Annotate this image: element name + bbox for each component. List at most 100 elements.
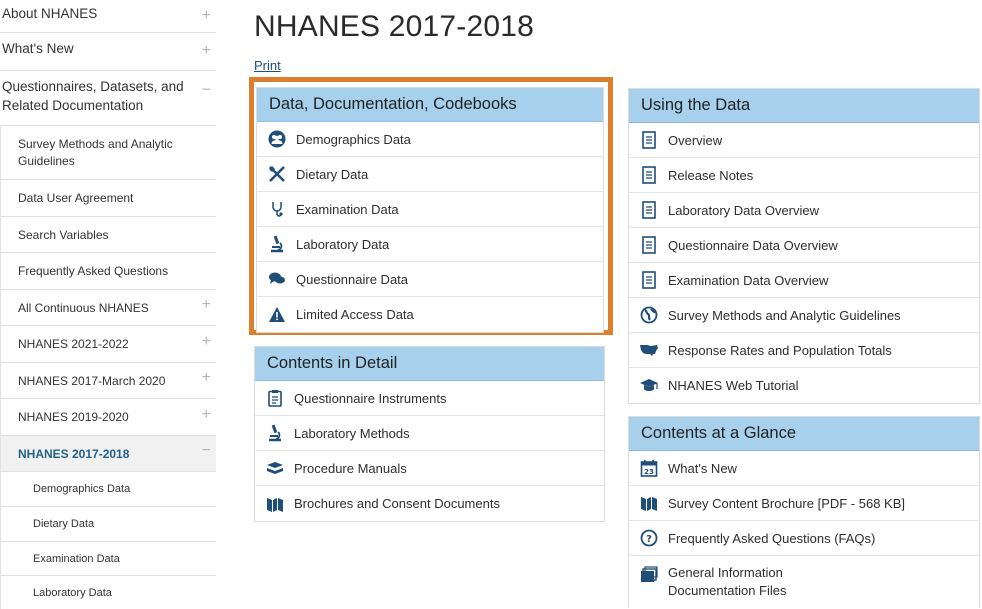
link-label: Frequently Asked Questions (FAQs) bbox=[668, 530, 876, 546]
people-icon bbox=[266, 128, 288, 150]
microscope-icon bbox=[266, 233, 288, 255]
laboratory-data-link[interactable]: Laboratory Data bbox=[257, 227, 603, 262]
limited-access-data-link[interactable]: Limited Access Data bbox=[257, 297, 603, 332]
expand-icon[interactable]: + bbox=[202, 42, 211, 60]
link-label: Laboratory Data Overview bbox=[668, 202, 820, 218]
globe-icon bbox=[638, 304, 660, 326]
calendar-day-number: 23 bbox=[644, 468, 654, 476]
general-information-link[interactable]: General Information Documentation Files bbox=[629, 556, 979, 608]
link-label: Questionnaire Instruments bbox=[294, 390, 447, 406]
sidebar-item-survey-methods[interactable]: Survey Methods and Analytic Guidelines bbox=[0, 126, 216, 180]
sidebar-item-label: Laboratory Data bbox=[33, 587, 112, 600]
usa-map-icon bbox=[638, 339, 660, 361]
examination-data-overview-link[interactable]: Examination Data Overview bbox=[629, 263, 979, 298]
warning-icon bbox=[266, 304, 288, 326]
sidebar-item-label: Data User Agreement bbox=[18, 191, 134, 205]
sidebar-item-label: NHANES 2017-2018 bbox=[18, 446, 130, 461]
sidebar-item-label: Dietary Data bbox=[33, 517, 95, 530]
sidebar-item-questionnaires-datasets[interactable]: Questionnaires, Datasets, and Related Do… bbox=[0, 71, 216, 126]
faqs-link[interactable]: ? Frequently Asked Questions (FAQs) bbox=[629, 521, 979, 556]
expand-icon[interactable]: + bbox=[202, 360, 211, 396]
sidebar-item-examination-data[interactable]: Examination Data bbox=[0, 541, 216, 577]
expand-icon[interactable]: + bbox=[202, 287, 211, 323]
brochures-consent-link[interactable]: Brochures and Consent Documents bbox=[255, 486, 604, 521]
collapse-icon[interactable]: − bbox=[202, 433, 211, 469]
web-tutorial-link[interactable]: NHANES Web Tutorial bbox=[629, 368, 979, 403]
sidebar-item-label: Frequently Asked Questions bbox=[18, 264, 169, 278]
link-label: General Information Documentation Files bbox=[668, 564, 928, 600]
speech-bubbles-icon bbox=[266, 268, 288, 290]
sidebar-item-search-variables[interactable]: Search Variables bbox=[0, 216, 216, 253]
link-label: NHANES Web Tutorial bbox=[668, 378, 799, 393]
sidebar-item-demographics-data[interactable]: Demographics Data bbox=[0, 472, 216, 507]
link-label: Release Notes bbox=[668, 167, 754, 183]
question-circle-icon: ? bbox=[638, 527, 660, 549]
demographics-data-link[interactable]: Demographics Data bbox=[257, 122, 603, 157]
collapse-icon[interactable]: − bbox=[202, 81, 211, 100]
panel-title: Data, Documentation, Codebooks bbox=[257, 88, 603, 122]
sidebar-item-nhanes-2019-2020[interactable]: NHANES 2019-2020 + bbox=[0, 399, 216, 436]
link-label: Procedure Manuals bbox=[294, 460, 407, 476]
utensils-icon bbox=[266, 163, 288, 185]
questionnaire-data-link[interactable]: Questionnaire Data bbox=[257, 262, 603, 297]
dietary-data-link[interactable]: Dietary Data bbox=[257, 157, 603, 192]
link-label: Questionnaire Data bbox=[296, 271, 409, 287]
sidebar-item-faq[interactable]: Frequently Asked Questions bbox=[0, 253, 216, 290]
questionnaire-data-overview-link[interactable]: Questionnaire Data Overview bbox=[629, 228, 979, 263]
document-icon bbox=[638, 269, 660, 291]
link-label: Laboratory Methods bbox=[294, 425, 410, 441]
data-documentation-panel: Data, Documentation, Codebooks Demograph… bbox=[256, 87, 604, 333]
sidebar-item-label: Demographics Data bbox=[33, 483, 131, 495]
contents-at-a-glance-panel: Contents at a Glance 23 What's New Surve… bbox=[628, 416, 980, 608]
sidebar-item-laboratory-data[interactable]: Laboratory Data bbox=[0, 576, 216, 609]
whats-new-link[interactable]: 23 What's New bbox=[629, 451, 979, 486]
panel-title: Contents at a Glance bbox=[629, 417, 979, 451]
sidebar-nav: About NHANES + What's New + Questionnair… bbox=[0, 0, 216, 609]
laboratory-methods-link[interactable]: Laboratory Methods bbox=[255, 416, 604, 451]
panel-title: Using the Data bbox=[629, 89, 979, 123]
sidebar-item-nhanes-2017-2018[interactable]: NHANES 2017-2018 − bbox=[0, 433, 216, 472]
link-label: Brochures and Consent Documents bbox=[294, 496, 500, 511]
expand-icon[interactable]: + bbox=[202, 7, 211, 25]
release-notes-link[interactable]: Release Notes bbox=[629, 158, 979, 193]
sidebar-item-whats-new[interactable]: What's New + bbox=[0, 33, 216, 71]
sidebar-item-dietary-data[interactable]: Dietary Data bbox=[0, 506, 216, 542]
survey-content-brochure-link[interactable]: Survey Content Brochure [PDF - 568 KB] bbox=[629, 486, 979, 521]
general-information-text: General Information bbox=[668, 565, 783, 580]
sidebar-item-nhanes-2017-march-2020[interactable]: NHANES 2017-March 2020 + bbox=[0, 360, 216, 399]
laboratory-data-overview-link[interactable]: Laboratory Data Overview bbox=[629, 193, 979, 228]
expand-icon[interactable]: + bbox=[202, 397, 211, 433]
sidebar-item-nhanes-2021-2022[interactable]: NHANES 2021-2022 + bbox=[0, 326, 216, 363]
sidebar-item-about-nhanes[interactable]: About NHANES + bbox=[0, 0, 216, 33]
sidebar-item-label: NHANES 2017-March 2020 bbox=[18, 373, 166, 388]
sidebar-item-data-user-agreement[interactable]: Data User Agreement bbox=[0, 180, 216, 217]
svg-text:?: ? bbox=[646, 534, 652, 545]
using-the-data-panel: Using the Data Overview Release Notes La… bbox=[628, 88, 980, 404]
documentation-files-text: Documentation Files bbox=[668, 583, 787, 598]
panel-title: Contents in Detail bbox=[255, 347, 604, 381]
document-icon bbox=[638, 164, 660, 186]
sidebar-item-label: Search Variables bbox=[18, 227, 109, 242]
book-stack-icon bbox=[264, 457, 286, 479]
link-label: Survey Content Brochure [PDF - 568 KB] bbox=[668, 495, 905, 511]
sidebar-item-all-continuous-nhanes[interactable]: All Continuous NHANES + bbox=[0, 287, 216, 326]
survey-methods-guidelines-link[interactable]: Survey Methods and Analytic Guidelines bbox=[629, 298, 979, 333]
overview-link[interactable]: Overview bbox=[629, 123, 979, 158]
questionnaire-instruments-link[interactable]: Questionnaire Instruments bbox=[255, 381, 604, 416]
expand-icon[interactable]: + bbox=[202, 324, 211, 360]
sidebar-item-label: About NHANES bbox=[2, 6, 98, 21]
microscope-icon bbox=[264, 422, 286, 444]
examination-data-link[interactable]: Examination Data bbox=[257, 192, 603, 227]
response-rates-link[interactable]: Response Rates and Population Totals bbox=[629, 333, 979, 368]
link-label: Survey Methods and Analytic Guidelines bbox=[668, 307, 901, 323]
print-link[interactable]: Print bbox=[254, 58, 281, 73]
sidebar-item-label: NHANES 2019-2020 bbox=[18, 410, 129, 424]
stethoscope-icon bbox=[266, 198, 288, 220]
link-label: Questionnaire Data Overview bbox=[668, 237, 838, 253]
folders-icon bbox=[638, 564, 660, 586]
map-fold-icon bbox=[264, 493, 286, 515]
link-label: Demographics Data bbox=[296, 131, 411, 147]
procedure-manuals-link[interactable]: Procedure Manuals bbox=[255, 451, 604, 486]
sidebar-item-label: What's New bbox=[2, 41, 74, 56]
graduation-cap-icon bbox=[638, 375, 660, 397]
